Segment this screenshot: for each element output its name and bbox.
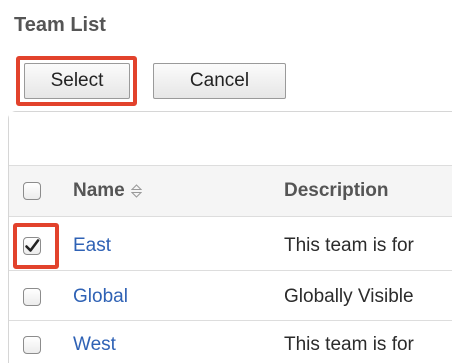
team-link-west[interactable]: West: [73, 334, 116, 356]
row-checkbox-global[interactable]: [23, 288, 41, 306]
checkmark-icon: [25, 239, 40, 252]
list-toolbar: [9, 112, 452, 165]
team-description: This team is for: [284, 235, 414, 256]
divider: [9, 320, 452, 321]
column-header-description: Description: [284, 180, 389, 201]
page-title: Team List: [14, 14, 106, 36]
column-header-name-label: Name: [73, 180, 125, 201]
column-header-name[interactable]: Name: [73, 180, 142, 202]
row-checkbox-east[interactable]: [23, 237, 41, 255]
cancel-button[interactable]: Cancel: [153, 63, 286, 99]
table-row: Global Globally Visible: [9, 274, 452, 320]
team-list-page: Team List Select Cancel Name Description…: [0, 0, 452, 363]
table-header: Name Description: [9, 166, 452, 216]
team-description: Globally Visible: [284, 286, 414, 307]
select-all-checkbox[interactable]: [23, 182, 41, 200]
divider: [9, 270, 452, 271]
team-description: This team is for: [284, 334, 414, 355]
team-link-east[interactable]: East: [73, 235, 111, 257]
table-row: East This team is for: [9, 223, 452, 269]
sort-icon[interactable]: [130, 184, 142, 198]
divider: [9, 216, 452, 217]
row-checkbox-west[interactable]: [23, 336, 41, 354]
team-link-global[interactable]: Global: [73, 286, 128, 308]
table-row: West This team is for: [9, 322, 452, 363]
select-button[interactable]: Select: [24, 63, 130, 99]
